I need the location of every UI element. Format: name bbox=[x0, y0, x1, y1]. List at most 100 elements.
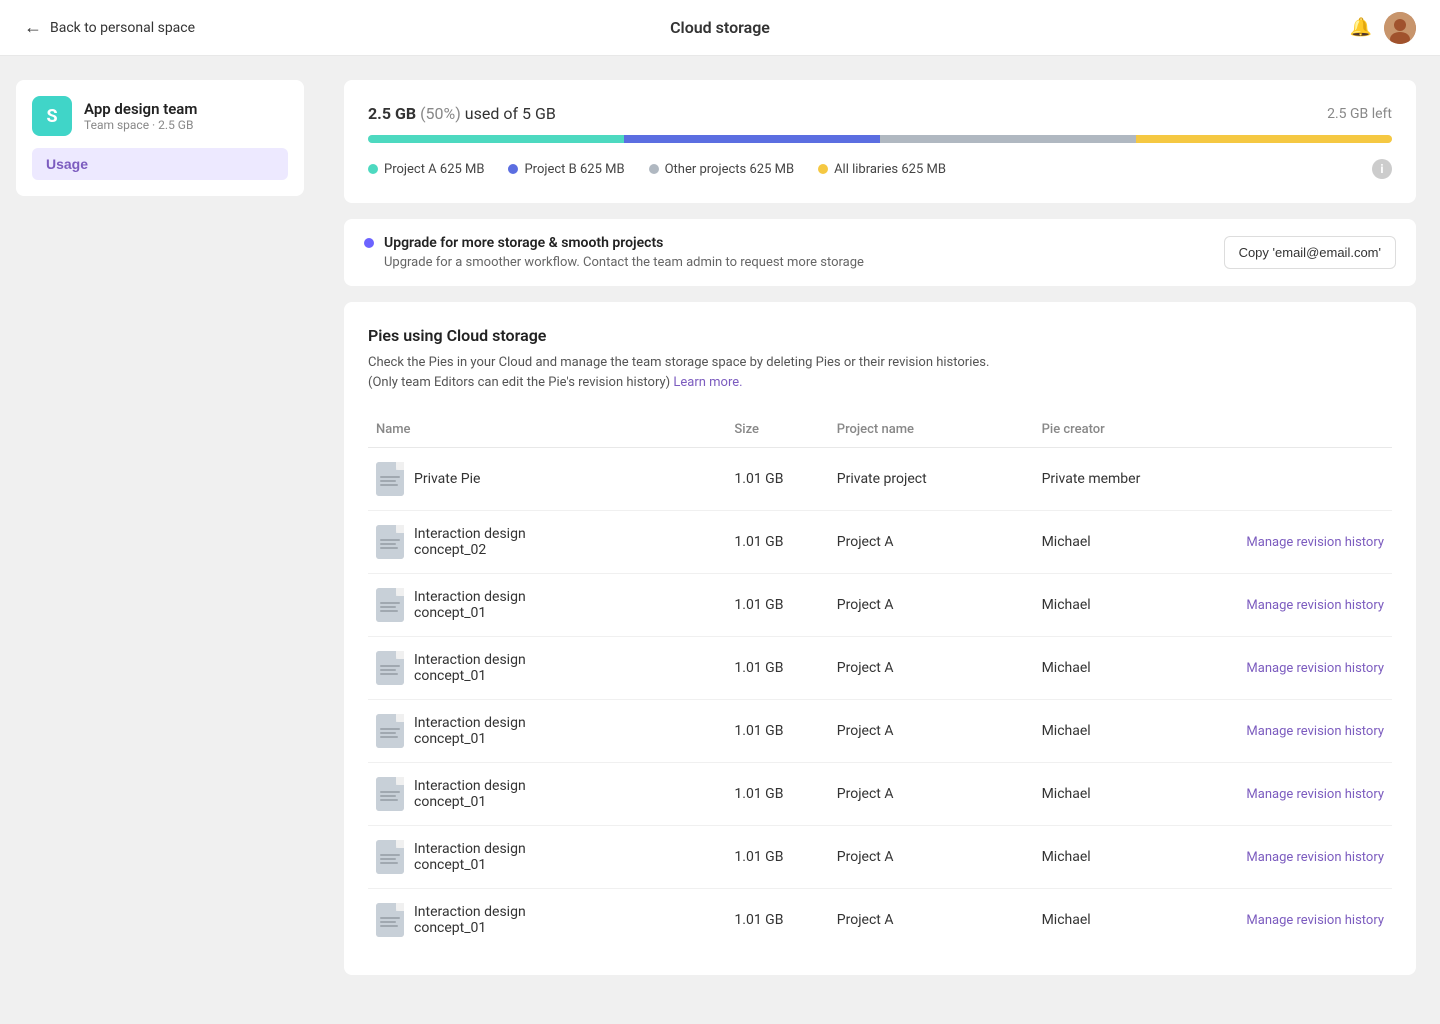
upgrade-card: Upgrade for more storage & smooth projec… bbox=[344, 219, 1416, 286]
file-icon bbox=[376, 588, 404, 622]
user-avatar[interactable] bbox=[1384, 12, 1416, 44]
legend-dot-libraries bbox=[818, 164, 828, 174]
bell-icon[interactable]: 🔔 bbox=[1350, 17, 1372, 38]
pie-creator: Michael bbox=[1034, 637, 1239, 700]
segment-other bbox=[880, 135, 1136, 143]
file-cell: Interaction design concept_01 bbox=[376, 651, 718, 685]
file-size: 1.01 GB bbox=[726, 826, 828, 889]
file-size: 1.01 GB bbox=[726, 574, 828, 637]
project-name: Project A bbox=[829, 889, 1034, 952]
legend-label-project-a: Project A 625 MB bbox=[384, 162, 484, 177]
file-name: Interaction design concept_01 bbox=[414, 841, 526, 873]
legend-project-b: Project B 625 MB bbox=[508, 162, 624, 177]
pie-creator: Michael bbox=[1034, 889, 1239, 952]
file-cell: Interaction design concept_01 bbox=[376, 588, 718, 622]
file-name: Interaction design concept_01 bbox=[414, 652, 526, 684]
table-row: Interaction design concept_01 1.01 GBProj… bbox=[368, 574, 1392, 637]
pies-card: Pies using Cloud storage Check the Pies … bbox=[344, 302, 1416, 975]
main-layout: S App design team Team space · 2.5 GB Us… bbox=[0, 56, 1440, 1024]
manage-revision-history-link[interactable]: Manage revision history bbox=[1246, 787, 1384, 802]
team-name: App design team bbox=[84, 100, 197, 118]
pie-creator: Michael bbox=[1034, 700, 1239, 763]
col-header-project: Project name bbox=[829, 412, 1034, 448]
project-name: Project A bbox=[829, 700, 1034, 763]
project-name: Project A bbox=[829, 511, 1034, 574]
file-size: 1.01 GB bbox=[726, 889, 828, 952]
manage-revision-history-link[interactable]: Manage revision history bbox=[1246, 850, 1384, 865]
table-row: Interaction design concept_021.01 GBProj… bbox=[368, 511, 1392, 574]
usage-button[interactable]: Usage bbox=[32, 148, 288, 180]
back-navigation[interactable]: ← Back to personal space bbox=[24, 17, 195, 38]
legend-dot-project-b bbox=[508, 164, 518, 174]
col-header-creator: Pie creator bbox=[1034, 412, 1239, 448]
manage-revision-history-link[interactable]: Manage revision history bbox=[1246, 535, 1384, 550]
storage-used: 2.5 GB (50%) used of 5 GB bbox=[368, 104, 556, 123]
file-name: Interaction design concept_01 bbox=[414, 904, 526, 936]
legend-dot-project-a bbox=[368, 164, 378, 174]
file-cell: Interaction design concept_02 bbox=[376, 525, 718, 559]
file-icon bbox=[376, 714, 404, 748]
app-header: ← Back to personal space Cloud storage 🔔 bbox=[0, 0, 1440, 56]
team-info: S App design team Team space · 2.5 GB bbox=[32, 96, 288, 136]
file-size: 1.01 GB bbox=[726, 448, 828, 511]
file-size: 1.01 GB bbox=[726, 637, 828, 700]
table-header: Name Size Project name Pie creator bbox=[368, 412, 1392, 448]
manage-revision-history-link[interactable]: Manage revision history bbox=[1246, 913, 1384, 928]
segment-project-a bbox=[368, 135, 624, 143]
pie-creator: Michael bbox=[1034, 763, 1239, 826]
file-icon bbox=[376, 651, 404, 685]
storage-card: 2.5 GB (50%) used of 5 GB 2.5 GB left Pr… bbox=[344, 80, 1416, 203]
file-size: 1.01 GB bbox=[726, 700, 828, 763]
project-name: Project A bbox=[829, 574, 1034, 637]
upgrade-content: Upgrade for more storage & smooth projec… bbox=[364, 235, 864, 270]
col-header-size: Size bbox=[726, 412, 828, 448]
team-details: App design team Team space · 2.5 GB bbox=[84, 100, 197, 132]
storage-left: 2.5 GB left bbox=[1327, 106, 1392, 122]
file-name: Private Pie bbox=[414, 471, 480, 487]
legend-libraries: All libraries 625 MB bbox=[818, 162, 946, 177]
project-name: Project A bbox=[829, 826, 1034, 889]
table-row: Interaction design concept_01 1.01 GBProj… bbox=[368, 889, 1392, 952]
table-row: Interaction design concept_011.01 GBProj… bbox=[368, 763, 1392, 826]
pie-creator: Michael bbox=[1034, 511, 1239, 574]
pies-table: Name Size Project name Pie creator Priva… bbox=[368, 412, 1392, 951]
copy-email-button[interactable]: Copy 'email@email.com' bbox=[1224, 236, 1396, 269]
file-cell: Interaction design concept_01 bbox=[376, 840, 718, 874]
pies-description: Check the Pies in your Cloud and manage … bbox=[368, 353, 1392, 392]
main-content: 2.5 GB (50%) used of 5 GB 2.5 GB left Pr… bbox=[320, 56, 1440, 1024]
legend-label-other: Other projects 625 MB bbox=[665, 162, 794, 177]
col-header-name: Name bbox=[368, 412, 726, 448]
file-size: 1.01 GB bbox=[726, 511, 828, 574]
upgrade-description: Upgrade for a smoother workflow. Contact… bbox=[384, 255, 864, 270]
file-icon bbox=[376, 525, 404, 559]
table-row: Private Pie1.01 GBPrivate projectPrivate… bbox=[368, 448, 1392, 511]
team-icon: S bbox=[32, 96, 72, 136]
legend-label-project-b: Project B 625 MB bbox=[524, 162, 624, 177]
pie-creator: Michael bbox=[1034, 826, 1239, 889]
project-name: Project A bbox=[829, 763, 1034, 826]
manage-revision-history-link[interactable]: Manage revision history bbox=[1246, 724, 1384, 739]
manage-revision-history-link[interactable]: Manage revision history bbox=[1246, 598, 1384, 613]
file-name: Interaction design concept_01 bbox=[414, 715, 526, 747]
file-icon bbox=[376, 777, 404, 811]
table-body: Private Pie1.01 GBPrivate projectPrivate… bbox=[368, 448, 1392, 952]
file-icon bbox=[376, 903, 404, 937]
upgrade-title: Upgrade for more storage & smooth projec… bbox=[384, 235, 864, 251]
legend-label-libraries: All libraries 625 MB bbox=[834, 162, 946, 177]
col-header-action bbox=[1238, 412, 1392, 448]
back-label: Back to personal space bbox=[50, 20, 195, 36]
project-name: Private project bbox=[829, 448, 1034, 511]
page-title: Cloud storage bbox=[670, 18, 770, 37]
legend-project-a: Project A 625 MB bbox=[368, 162, 484, 177]
segment-libraries bbox=[1136, 135, 1392, 143]
upgrade-dot bbox=[364, 238, 374, 248]
segment-project-b bbox=[624, 135, 880, 143]
file-cell: Interaction design concept_01 bbox=[376, 903, 718, 937]
manage-revision-history-link[interactable]: Manage revision history bbox=[1246, 661, 1384, 676]
file-name: Interaction design concept_01 bbox=[414, 589, 526, 621]
info-icon[interactable]: i bbox=[1372, 159, 1392, 179]
learn-more-link[interactable]: Learn more. bbox=[673, 375, 742, 390]
legend-other: Other projects 625 MB bbox=[649, 162, 794, 177]
storage-progress-bar bbox=[368, 135, 1392, 143]
pies-section-title: Pies using Cloud storage bbox=[368, 326, 1392, 345]
